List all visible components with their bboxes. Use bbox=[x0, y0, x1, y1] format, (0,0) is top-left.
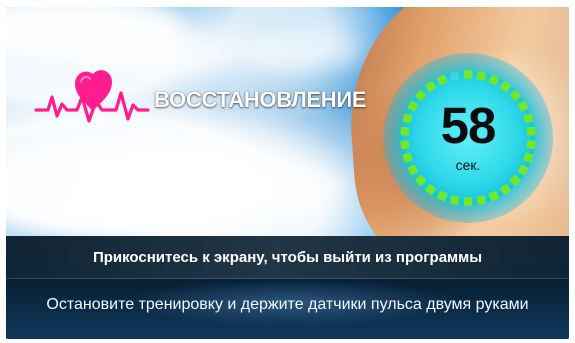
countdown-timer: 58 сек. bbox=[381, 51, 555, 225]
cloud bbox=[186, 158, 346, 216]
background-photo: ВОССТАНОВЛЕНИЕ 58 сек. bbox=[6, 7, 569, 236]
timer-segment bbox=[476, 195, 487, 205]
timer-value: 58 bbox=[440, 97, 497, 154]
pulse-sensor-instruction: Остановите тренировку и держите датчики … bbox=[46, 296, 529, 313]
exit-program-hint[interactable]: Прикоснитесь к экрану, чтобы выйти из пр… bbox=[6, 249, 569, 266]
timer-segment bbox=[463, 70, 473, 79]
timer-segment bbox=[449, 195, 460, 205]
heart-pulse-icon bbox=[34, 70, 150, 123]
timer-segment bbox=[463, 197, 473, 206]
timer-unit: сек. bbox=[455, 157, 481, 173]
cloud bbox=[246, 29, 361, 69]
bottom-message-panel[interactable]: Прикоснитесь к экрану, чтобы выйти из пр… bbox=[6, 236, 569, 339]
recovery-screen[interactable]: ВОССТАНОВЛЕНИЕ 58 сек. Прикоснитесь к эк… bbox=[6, 7, 569, 339]
timer-segment bbox=[449, 71, 460, 81]
mode-title: ВОССТАНОВЛЕНИЕ bbox=[154, 87, 367, 112]
timer-segment bbox=[476, 71, 487, 81]
